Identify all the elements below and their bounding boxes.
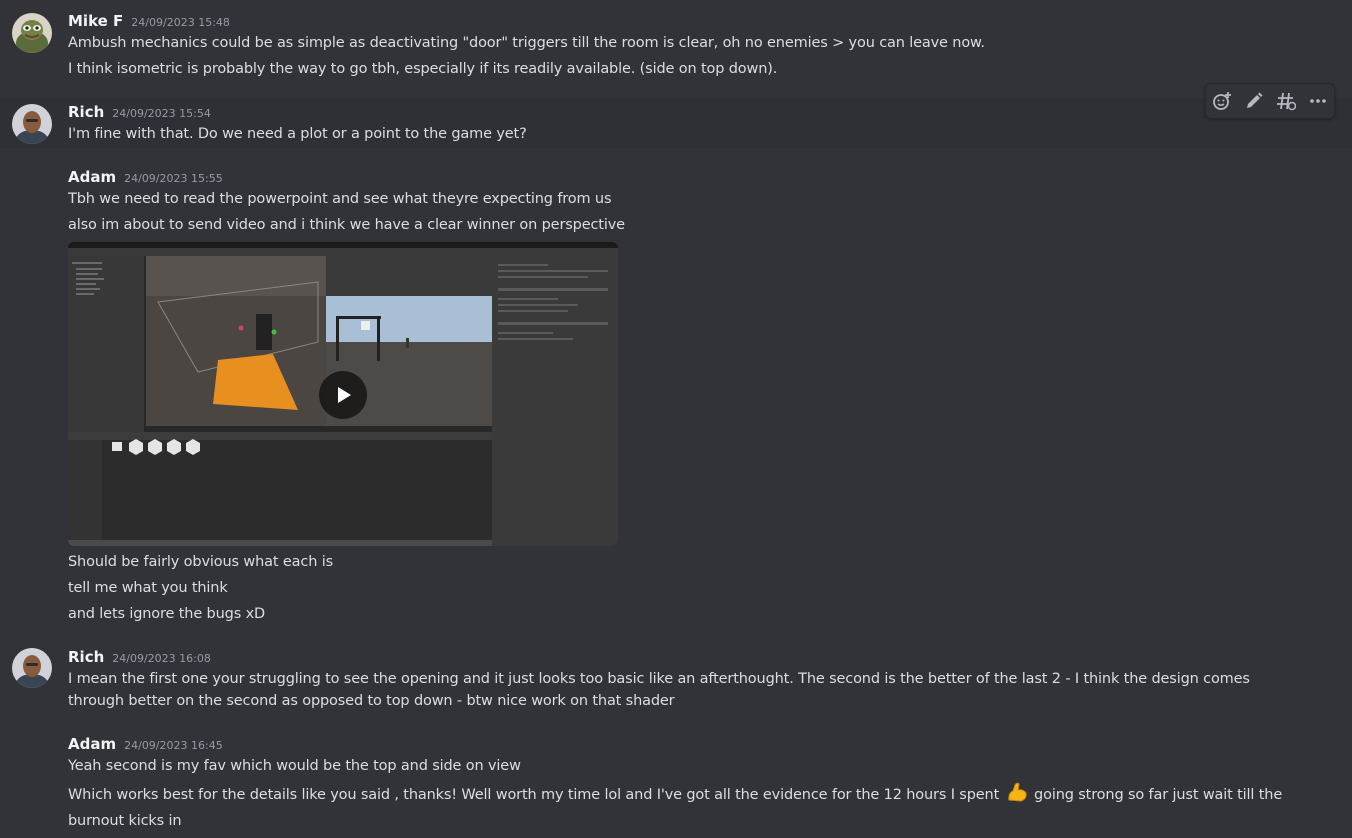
timestamp: 24/09/2023 16:45: [124, 739, 223, 752]
timestamp: 24/09/2023 16:08: [112, 652, 211, 665]
timestamp: 24/09/2023 15:55: [124, 172, 223, 185]
message-text: I think isometric is probably the way to…: [68, 61, 778, 77]
author-name[interactable]: Rich: [68, 648, 104, 666]
author-name[interactable]: Adam: [68, 168, 116, 186]
add-reaction-icon[interactable]: [1210, 89, 1234, 113]
play-icon: [338, 387, 351, 403]
timestamp: 24/09/2023 15:48: [131, 16, 230, 29]
message-text: also im about to send video and i think …: [68, 217, 625, 233]
avatar[interactable]: [12, 13, 52, 53]
thread-icon[interactable]: [1274, 89, 1298, 113]
message-text: I'm fine with that. Do we need a plot or…: [68, 126, 527, 142]
play-button[interactable]: [319, 371, 367, 419]
avatar[interactable]: [12, 648, 52, 688]
more-icon[interactable]: [1306, 89, 1330, 113]
message-header: Mike F 24/09/2023 15:48: [68, 12, 230, 30]
message-actions-toolbar: [1205, 83, 1335, 119]
author-name[interactable]: Mike F: [68, 12, 123, 30]
message-text: Should be fairly obvious what each is: [68, 554, 333, 570]
timestamp: 24/09/2023 15:54: [112, 107, 211, 120]
flexed-biceps-icon: [1006, 781, 1028, 810]
message-header: Adam 24/09/2023 16:45: [68, 735, 223, 753]
author-name[interactable]: Rich: [68, 103, 104, 121]
message-header: Rich 24/09/2023 16:08: [68, 648, 211, 666]
message-text: Which works best for the details like yo…: [68, 781, 1308, 832]
video-attachment[interactable]: [68, 242, 618, 546]
avatar[interactable]: [12, 104, 52, 144]
edit-icon[interactable]: [1242, 89, 1266, 113]
author-name[interactable]: Adam: [68, 735, 116, 753]
message-text: Tbh we need to read the powerpoint and s…: [68, 191, 612, 207]
message-text-part: Which works best for the details like yo…: [68, 787, 1000, 803]
message-text: Ambush mechanics could be as simple as d…: [68, 35, 985, 51]
message-header: Adam 24/09/2023 15:55: [68, 168, 223, 186]
message-text: and lets ignore the bugs xD: [68, 606, 266, 622]
message-header: Rich 24/09/2023 15:54: [68, 103, 211, 121]
message-text: I mean the first one your struggling to …: [68, 671, 1250, 709]
message-text: Yeah second is my fav which would be the…: [68, 758, 521, 774]
message-text: tell me what you think: [68, 580, 228, 596]
